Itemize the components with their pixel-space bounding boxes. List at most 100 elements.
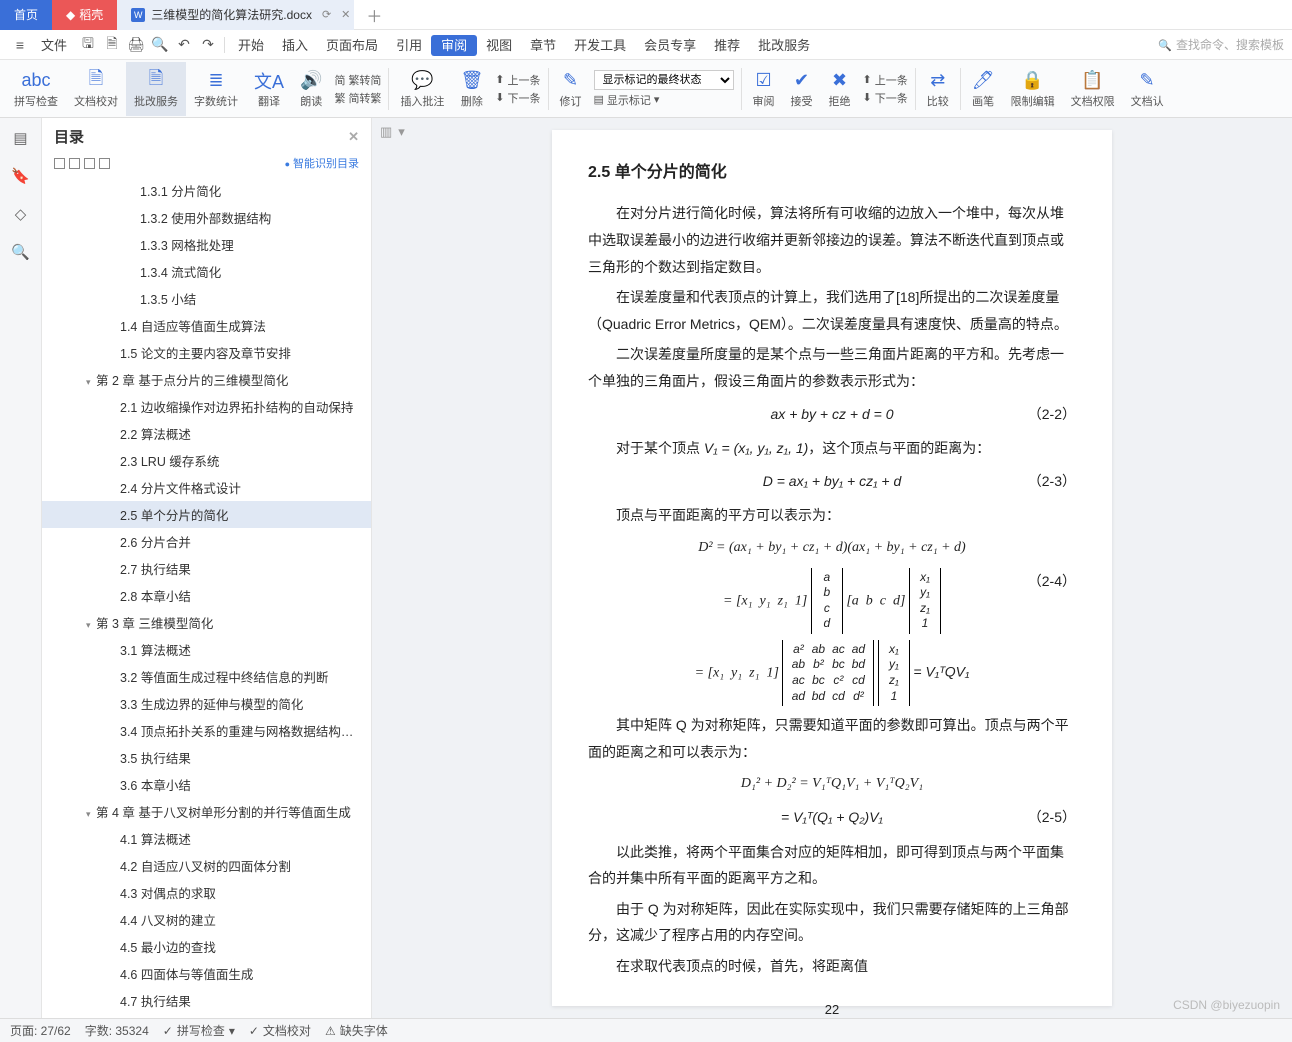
doc-auth-button[interactable]: ✎文档认	[1123, 62, 1172, 116]
toc-item[interactable]: 1.3.5 小结	[42, 285, 371, 312]
toc-item[interactable]: 2.5 单个分片的简化	[42, 501, 371, 528]
markup-view-select[interactable]: 显示标记的最终状态	[594, 70, 734, 90]
toc-item[interactable]: 3.2 等值面生成过程中终结信息的判断	[42, 663, 371, 690]
tab-shell[interactable]: ◆ 稻壳	[52, 0, 117, 30]
chevron-down-icon[interactable]: ▾	[86, 809, 96, 820]
search-icon[interactable]: 🔍	[9, 240, 33, 264]
spellcheck-button[interactable]: abc拼写检查	[6, 62, 66, 116]
menu-0[interactable]: 开始	[229, 38, 273, 53]
toc-item[interactable]: 4.7 执行结果	[42, 987, 371, 1014]
insert-comment-button[interactable]: 💬插入批注	[392, 62, 452, 116]
toc-item[interactable]: 3.1 算法概述	[42, 636, 371, 663]
expand-all-icon[interactable]	[54, 158, 65, 169]
tab-document[interactable]: W 三维模型的简化算法研究.docx ⟳ ✕	[117, 0, 354, 30]
tab-home[interactable]: 首页	[0, 0, 52, 30]
toc-item[interactable]: 2.2 算法概述	[42, 420, 371, 447]
review-button[interactable]: ☑审阅	[745, 62, 783, 116]
toc-item[interactable]: 1.3.1 分片简化	[42, 177, 371, 204]
prev-comment-button[interactable]: ⬆上一条	[495, 72, 540, 88]
tag-icon[interactable]: 🔖	[9, 164, 33, 188]
file-menu[interactable]: 文件	[32, 35, 76, 54]
dropdown-icon[interactable]: ▾	[398, 124, 405, 140]
restrict-edit-button[interactable]: 🔒限制编辑	[1003, 62, 1063, 116]
next-change-button[interactable]: ⬇下一条	[863, 90, 908, 106]
toc-item[interactable]: 3.6 本章小结	[42, 771, 371, 798]
toc-item[interactable]: 4.5 最小边的查找	[42, 933, 371, 960]
toc-item[interactable]: 4.1 算法概述	[42, 825, 371, 852]
pen-button[interactable]: 🖊画笔	[964, 62, 1003, 116]
smart-toc-button[interactable]: 智能识别目录	[285, 155, 359, 171]
doc-permission-button[interactable]: 📋文档权限	[1063, 62, 1123, 116]
toc-item[interactable]: 3.3 生成边界的延伸与模型的简化	[42, 690, 371, 717]
toc-item[interactable]: 1.3.2 使用外部数据结构	[42, 204, 371, 231]
toc-item[interactable]: 2.8 本章小结	[42, 582, 371, 609]
chevron-down-icon[interactable]: ▾	[86, 377, 96, 388]
word-count[interactable]: 字数: 35324	[85, 1022, 149, 1039]
outline-icon[interactable]: ▤	[9, 126, 33, 150]
collapse-all-icon[interactable]	[69, 158, 80, 169]
toc-item[interactable]: 4.3 对偶点的求取	[42, 879, 371, 906]
next-comment-button[interactable]: ⬇下一条	[495, 90, 540, 106]
toc-item[interactable]: 1.3.4 流式简化	[42, 258, 371, 285]
menu-2[interactable]: 页面布局	[317, 38, 387, 53]
wordcount-button[interactable]: ≣字数统计	[186, 62, 246, 116]
toc-item[interactable]: 1.5 论文的主要内容及章节安排	[42, 339, 371, 366]
simp-to-trad-button[interactable]: 繁简转繁	[334, 90, 381, 106]
toc-item[interactable]: 2.4 分片文件格式设计	[42, 474, 371, 501]
menu-1[interactable]: 插入	[273, 38, 317, 53]
toc-item[interactable]: 4.8 本章小结	[42, 1014, 371, 1018]
accept-button[interactable]: ✔接受	[783, 62, 821, 116]
menu-4[interactable]: 审阅	[431, 35, 477, 56]
correction-service-button[interactable]: 🗎批改服务	[126, 62, 186, 116]
translate-button[interactable]: 文A翻译	[246, 62, 292, 116]
toc-item[interactable]: 1.4 自适应等值面生成算法	[42, 312, 371, 339]
command-search[interactable]: 查找命令、搜索模板	[1158, 36, 1284, 53]
read-button[interactable]: 🔊朗读	[292, 62, 330, 116]
toc-item[interactable]: ▾第 4 章 基于八叉树单形分割的并行等值面生成	[42, 798, 371, 825]
toc-opt2-icon[interactable]	[99, 158, 110, 169]
track-changes-button[interactable]: ✎修订	[552, 62, 590, 116]
redo-icon[interactable]: ↷	[196, 33, 220, 57]
show-markup-button[interactable]: ▤显示标记 ▾	[594, 92, 734, 108]
page-indicator[interactable]: 页面: 27/62	[10, 1022, 71, 1039]
tab-doc-refresh-icon[interactable]: ⟳	[322, 8, 331, 21]
toc-item[interactable]: 2.7 执行结果	[42, 555, 371, 582]
menu-10[interactable]: 批改服务	[749, 38, 819, 53]
spellcheck-status[interactable]: ✓ 拼写检查 ▾	[163, 1022, 235, 1039]
menu-9[interactable]: 推荐	[705, 38, 749, 53]
undo-icon[interactable]: ↶	[172, 33, 196, 57]
proofread-button[interactable]: 🗎文档校对	[66, 62, 126, 116]
toc-item[interactable]: 4.6 四面体与等值面生成	[42, 960, 371, 987]
chevron-down-icon[interactable]: ▾	[86, 620, 96, 631]
toc-opt1-icon[interactable]	[84, 158, 95, 169]
missing-font-status[interactable]: ⚠ 缺失字体	[325, 1022, 388, 1039]
toc-item[interactable]: 3.5 执行结果	[42, 744, 371, 771]
delete-comment-button[interactable]: 🗑删除	[452, 62, 491, 116]
toc-close-icon[interactable]: ✕	[348, 129, 359, 145]
hamburger-icon[interactable]: ≡	[8, 33, 32, 57]
toc-item[interactable]: 3.4 顶点拓扑关系的重建与网格数据结构的设计	[42, 717, 371, 744]
reject-button[interactable]: ✖拒绝	[821, 62, 859, 116]
save-icon[interactable]: 🖫	[76, 33, 100, 57]
menu-3[interactable]: 引用	[387, 38, 431, 53]
toc-item[interactable]: 4.2 自适应八叉树的四面体分割	[42, 852, 371, 879]
menu-5[interactable]: 视图	[477, 38, 521, 53]
tab-add-button[interactable]: ＋	[354, 3, 394, 27]
toc-item[interactable]: 4.4 八叉树的建立	[42, 906, 371, 933]
preview-icon[interactable]: 🔍	[148, 33, 172, 57]
document-area[interactable]: ▥▾ 2.5 单个分片的简化 在对分片进行简化时候，算法将所有可收缩的边放入一个…	[372, 118, 1292, 1018]
toc-item[interactable]: 2.3 LRU 缓存系统	[42, 447, 371, 474]
trad-to-simp-button[interactable]: 简繁转简	[334, 72, 381, 88]
prev-change-button[interactable]: ⬆上一条	[863, 72, 908, 88]
tab-doc-close-icon[interactable]: ✕	[341, 8, 350, 21]
toc-item[interactable]: ▾第 3 章 三维模型简化	[42, 609, 371, 636]
save-as-icon[interactable]: 🗎	[100, 33, 124, 57]
proof-status[interactable]: ✓ 文档校对	[249, 1022, 311, 1039]
print-icon[interactable]: 🖨	[124, 33, 148, 57]
compare-button[interactable]: ⇄比较	[919, 62, 957, 116]
menu-8[interactable]: 会员专享	[635, 38, 705, 53]
bookmark-icon[interactable]: ◇	[9, 202, 33, 226]
toc-item[interactable]: 2.1 边收缩操作对边界拓扑结构的自动保持	[42, 393, 371, 420]
toc-item[interactable]: 2.6 分片合并	[42, 528, 371, 555]
menu-7[interactable]: 开发工具	[565, 38, 635, 53]
